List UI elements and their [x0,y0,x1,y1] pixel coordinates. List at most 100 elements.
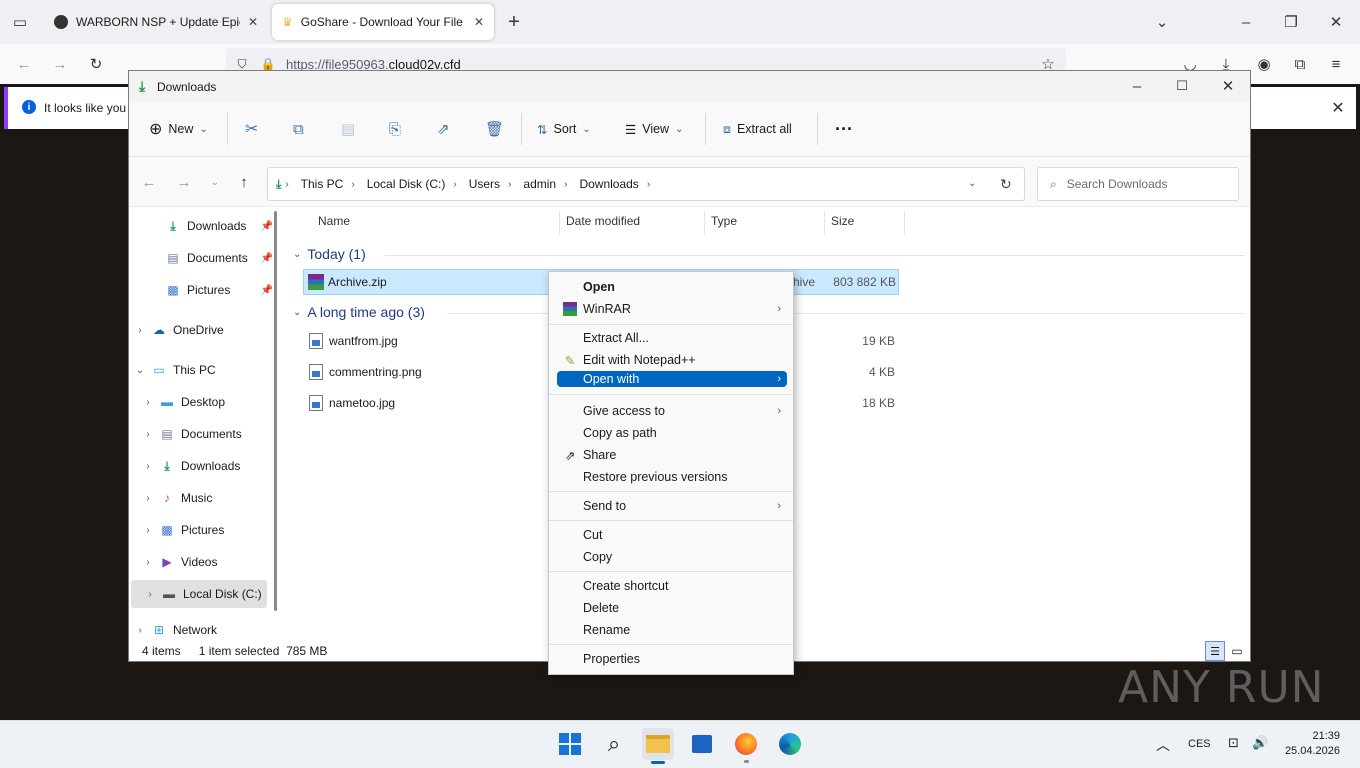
column-date-modified[interactable]: Date modified [566,214,640,228]
nav-quick-pictures[interactable]: ▩ Pictures 📌 [129,276,279,304]
store-icon[interactable] [686,728,718,760]
language-indicator[interactable]: CES [1188,738,1211,750]
clock[interactable]: 21:39 25.04.2026 [1280,729,1340,759]
group-header-today[interactable]: ⌄ Today (1) [293,246,366,262]
cut-icon[interactable]: ✂ [245,119,258,139]
up-icon[interactable]: ↑ [234,172,254,192]
selection-info: 1 item selected 785 MB [198,644,328,658]
forward-icon[interactable]: → [174,172,194,192]
download-arrow-icon: ⤓ [139,78,146,94]
breadcrumb-downloads[interactable]: Downloads › [579,177,650,191]
sort-button[interactable]: ⇅ Sort ⌄ [537,119,591,139]
menu-open-with[interactable]: Open with › [557,371,787,387]
column-size[interactable]: Size [831,214,854,228]
notepadpp-icon: ✎ [564,353,576,368]
breadcrumb-this-pc[interactable]: This PC › [301,177,355,191]
close-tab-icon[interactable]: ✕ [474,15,484,29]
search-icon[interactable]: ⌕ [598,728,630,760]
search-downloads-input[interactable]: ⌕ Search Downloads [1037,167,1239,201]
close-icon[interactable]: ✕ [1218,76,1238,96]
breadcrumb-users[interactable]: Users › [469,177,512,191]
menu-copy-as-path[interactable]: Copy as path [557,422,787,444]
forward-icon[interactable]: → [50,54,70,74]
nav-onedrive[interactable]: › ☁ OneDrive [129,316,279,344]
extensions-icon[interactable]: ⧉ [1290,54,1310,74]
extract-all-button[interactable]: ⧈ Extract all [723,119,792,139]
file-explorer-taskbar-icon[interactable] [642,728,674,760]
firefox-icon[interactable] [730,728,762,760]
column-type[interactable]: Type [711,214,737,228]
details-view-icon[interactable]: ☰ [1205,641,1225,661]
column-name[interactable]: Name [318,214,350,228]
copy-icon[interactable]: ⧉ [293,119,304,139]
account-icon[interactable]: ◉ [1254,54,1274,74]
nav-videos[interactable]: › ▶ Videos [129,548,279,576]
menu-edit-notepadpp[interactable]: ✎ Edit with Notepad++ [557,349,787,371]
menu-icon[interactable]: ≡ [1326,54,1346,74]
nav-music[interactable]: › ♪ Music [129,484,279,512]
back-icon[interactable]: ← [139,172,159,192]
nav-documents[interactable]: › ▤ Documents [129,420,279,448]
nav-scrollbar[interactable] [274,211,277,611]
nav-quick-downloads[interactable]: ⤓ Downloads 📌 [129,212,279,240]
menu-delete[interactable]: Delete [557,597,787,619]
menu-share[interactable]: ⇗ Share [557,444,787,466]
tab-list-icon[interactable]: ▭ [10,12,30,32]
network-icon[interactable]: ⊡ [1228,735,1239,751]
minimize-icon[interactable]: – [1236,12,1256,32]
menu-winrar[interactable]: WinRAR › [557,298,787,320]
browser-tab-warborn[interactable]: WARBORN NSP + Update Epic N ✕ [44,4,268,40]
maximize-icon[interactable]: ☐ [1172,76,1192,96]
refresh-icon[interactable]: ↻ [1000,176,1012,193]
menu-create-shortcut[interactable]: Create shortcut [557,575,787,597]
group-label: Today (1) [307,246,366,262]
close-tab-icon[interactable]: ✕ [248,15,258,29]
nav-local-disk[interactable]: › ▬ Local Disk (C:) [131,580,267,608]
address-bar[interactable]: ⤓ › This PC › Local Disk (C:) › Users › adm… [267,167,1025,201]
file-name: nametoo.jpg [329,396,396,410]
menu-restore-previous[interactable]: Restore previous versions [557,466,787,488]
chevron-up-icon[interactable]: ︿ [1156,735,1170,755]
windows-start-icon[interactable] [554,728,586,760]
restore-icon[interactable]: ❐ [1281,12,1301,32]
menu-open[interactable]: Open [557,276,787,298]
more-options-icon[interactable]: ··· [835,119,853,139]
volume-icon[interactable]: 🔊 [1252,735,1268,751]
group-header-long-ago[interactable]: ⌄ A long time ago (3) [293,304,425,320]
nav-network[interactable]: › ⊞ Network [129,620,279,640]
view-button[interactable]: ☰ View ⌄ [625,119,683,139]
chevron-down-icon[interactable]: ⌄ [968,178,976,189]
browser-tab-goshare[interactable]: ♛ GoShare - Download Your File ✕ [272,4,494,40]
minimize-icon[interactable]: – [1127,76,1147,96]
new-button[interactable]: ⊕ New ⌄ [149,119,208,139]
chevron-down-icon[interactable]: ⌄ [1152,12,1172,32]
back-icon[interactable]: ← [14,54,34,74]
paste-icon[interactable]: ▤ [341,119,355,139]
menu-cut[interactable]: Cut [557,524,787,546]
nav-downloads[interactable]: › ⤓ Downloads [129,452,279,480]
tiles-view-icon[interactable]: ▭ [1229,643,1245,659]
menu-extract-all[interactable]: Extract All... [557,327,787,349]
reload-icon[interactable]: ↻ [86,54,106,74]
chevron-down-icon: ⌄ [675,123,684,135]
share-icon[interactable]: ⇗ [437,119,450,139]
recent-locations-icon[interactable]: ⌄ [205,172,225,192]
nav-quick-documents[interactable]: ▤ Documents 📌 [129,244,279,272]
menu-copy[interactable]: Copy [557,546,787,568]
nav-this-pc[interactable]: ⌄ ▭ This PC [129,356,279,384]
close-icon[interactable]: ✕ [1326,12,1346,32]
edge-icon[interactable] [774,728,806,760]
breadcrumb-admin[interactable]: admin › [523,177,567,191]
menu-give-access[interactable]: Give access to › [557,400,787,422]
menu-rename[interactable]: Rename [557,619,787,641]
nav-label: This PC [173,363,216,377]
new-tab-icon[interactable]: + [504,11,524,33]
nav-pictures[interactable]: › ▩ Pictures [129,516,279,544]
menu-properties[interactable]: Properties [557,648,787,670]
rename-icon[interactable]: ⎘ [389,119,401,139]
nav-desktop[interactable]: › ▬ Desktop [129,388,279,416]
delete-icon[interactable]: 🗑 [485,119,504,139]
menu-send-to[interactable]: Send to › [557,495,787,517]
close-notification-icon[interactable]: ✕ [1328,98,1348,118]
breadcrumb-local-disk[interactable]: Local Disk (C:) › [367,177,457,191]
